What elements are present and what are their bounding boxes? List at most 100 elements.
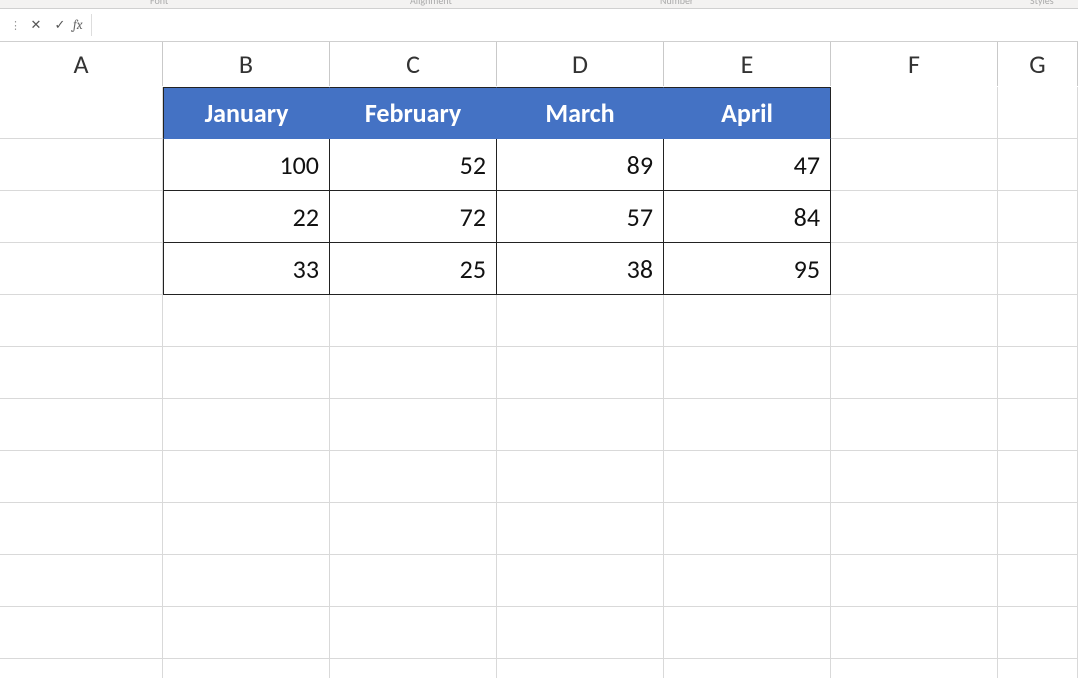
cell-G7[interactable] — [998, 399, 1078, 451]
cell-F10[interactable] — [831, 555, 998, 607]
cell-A6[interactable] — [0, 347, 163, 399]
cell-C7[interactable] — [330, 399, 497, 451]
cell-D8[interactable] — [497, 451, 664, 503]
row-2: 100 52 89 47 — [0, 139, 1078, 191]
col-header-B[interactable]: B — [163, 42, 330, 86]
cell-F6[interactable] — [831, 347, 998, 399]
cell-A5[interactable] — [0, 295, 163, 347]
cell-A9[interactable] — [0, 503, 163, 555]
cell-G6[interactable] — [998, 347, 1078, 399]
cancel-button[interactable]: ✕ — [25, 14, 47, 36]
cell-C8[interactable] — [330, 451, 497, 503]
cell-B9[interactable] — [163, 503, 330, 555]
cell-C9[interactable] — [330, 503, 497, 555]
cell-C5[interactable] — [330, 295, 497, 347]
cell-G12[interactable] — [998, 659, 1078, 678]
cell-E3[interactable]: 84 — [664, 191, 831, 243]
cell-B5[interactable] — [163, 295, 330, 347]
cell-B6[interactable] — [163, 347, 330, 399]
cell-D1[interactable]: March — [497, 87, 664, 139]
cell-G4[interactable] — [998, 243, 1078, 295]
cell-E2[interactable]: 47 — [664, 139, 831, 191]
cell-C4[interactable]: 25 — [330, 243, 497, 295]
ribbon-group-number: Number — [660, 0, 693, 7]
col-header-F[interactable]: F — [831, 42, 998, 86]
col-header-A[interactable]: A — [0, 42, 163, 86]
cell-B1[interactable]: January — [163, 87, 330, 139]
cell-B3[interactable]: 22 — [163, 191, 330, 243]
cell-A4[interactable] — [0, 243, 163, 295]
formula-bar-separator-icon: ⋮ — [10, 19, 21, 32]
cell-C6[interactable] — [330, 347, 497, 399]
cell-D5[interactable] — [497, 295, 664, 347]
cell-E7[interactable] — [664, 399, 831, 451]
cell-B8[interactable] — [163, 451, 330, 503]
cell-D4[interactable]: 38 — [497, 243, 664, 295]
cell-G9[interactable] — [998, 503, 1078, 555]
cell-D3[interactable]: 57 — [497, 191, 664, 243]
col-header-E[interactable]: E — [664, 42, 831, 86]
col-header-G[interactable]: G — [998, 42, 1078, 86]
cell-E12[interactable] — [664, 659, 831, 678]
cell-B11[interactable] — [163, 607, 330, 659]
formula-input[interactable] — [91, 14, 1078, 36]
cell-C3[interactable]: 72 — [330, 191, 497, 243]
cell-F9[interactable] — [831, 503, 998, 555]
cell-F4[interactable] — [831, 243, 998, 295]
cell-C11[interactable] — [330, 607, 497, 659]
fx-icon[interactable]: fx — [73, 18, 83, 33]
cell-G5[interactable] — [998, 295, 1078, 347]
cell-E9[interactable] — [664, 503, 831, 555]
cell-E6[interactable] — [664, 347, 831, 399]
cell-G2[interactable] — [998, 139, 1078, 191]
cell-E5[interactable] — [664, 295, 831, 347]
cell-D12[interactable] — [497, 659, 664, 678]
cell-F1[interactable] — [831, 87, 998, 139]
cell-B2[interactable]: 100 — [163, 139, 330, 191]
cell-D10[interactable] — [497, 555, 664, 607]
cell-C12[interactable] — [330, 659, 497, 678]
cell-A8[interactable] — [0, 451, 163, 503]
cell-D2[interactable]: 89 — [497, 139, 664, 191]
cell-D7[interactable] — [497, 399, 664, 451]
accept-button[interactable]: ✓ — [49, 14, 71, 36]
cell-F7[interactable] — [831, 399, 998, 451]
cell-A2[interactable] — [0, 139, 163, 191]
cell-A12[interactable] — [0, 659, 163, 678]
cell-F8[interactable] — [831, 451, 998, 503]
cell-D11[interactable] — [497, 607, 664, 659]
cell-B7[interactable] — [163, 399, 330, 451]
cell-C10[interactable] — [330, 555, 497, 607]
cell-B12[interactable] — [163, 659, 330, 678]
cell-A7[interactable] — [0, 399, 163, 451]
cell-F5[interactable] — [831, 295, 998, 347]
cell-G8[interactable] — [998, 451, 1078, 503]
col-header-D[interactable]: D — [497, 42, 664, 86]
cell-A3[interactable] — [0, 191, 163, 243]
ribbon-group-alignment: Alignment — [410, 0, 452, 7]
cell-G3[interactable] — [998, 191, 1078, 243]
cell-G10[interactable] — [998, 555, 1078, 607]
check-icon: ✓ — [55, 18, 66, 33]
cell-D9[interactable] — [497, 503, 664, 555]
cell-G11[interactable] — [998, 607, 1078, 659]
cell-A1[interactable] — [0, 87, 163, 139]
cell-F11[interactable] — [831, 607, 998, 659]
cell-F2[interactable] — [831, 139, 998, 191]
cell-F3[interactable] — [831, 191, 998, 243]
cell-F12[interactable] — [831, 659, 998, 678]
cell-B10[interactable] — [163, 555, 330, 607]
cell-A11[interactable] — [0, 607, 163, 659]
cell-E10[interactable] — [664, 555, 831, 607]
cell-E1[interactable]: April — [664, 87, 831, 139]
cell-E8[interactable] — [664, 451, 831, 503]
cell-C2[interactable]: 52 — [330, 139, 497, 191]
cell-G1[interactable] — [998, 87, 1078, 139]
cell-E4[interactable]: 95 — [664, 243, 831, 295]
cell-E11[interactable] — [664, 607, 831, 659]
cell-A10[interactable] — [0, 555, 163, 607]
cell-B4[interactable]: 33 — [163, 243, 330, 295]
col-header-C[interactable]: C — [330, 42, 497, 86]
cell-C1[interactable]: February — [330, 87, 497, 139]
cell-D6[interactable] — [497, 347, 664, 399]
